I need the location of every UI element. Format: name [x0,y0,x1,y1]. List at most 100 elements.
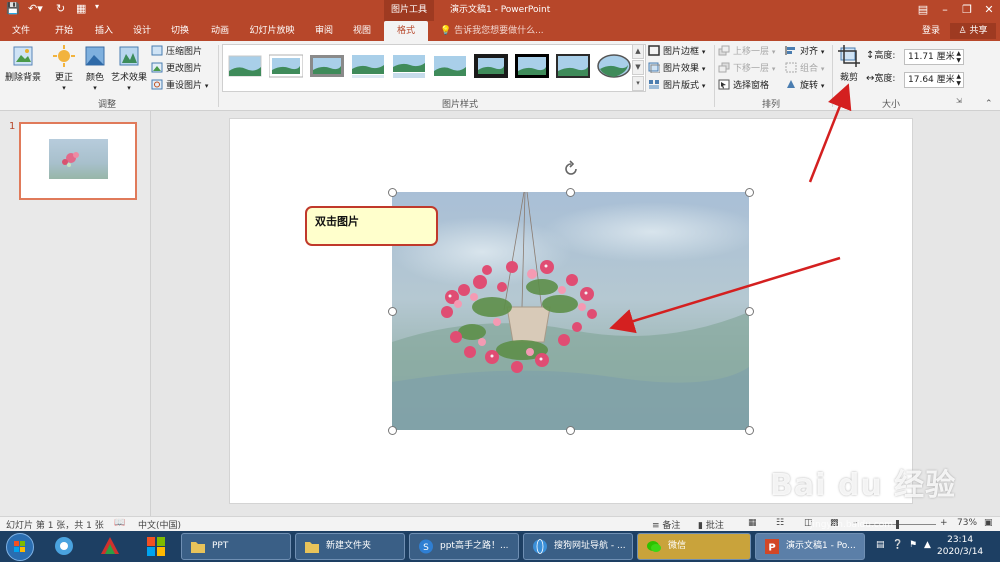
tab-slideshow[interactable]: 幻灯片放映 [244,21,300,41]
taskbar-folder-ppt[interactable]: PPT [181,533,291,560]
minimize-icon[interactable]: – [934,0,956,21]
close-icon[interactable]: ✕ [978,0,1000,21]
share-button[interactable]: ♙ 共享 [950,23,996,39]
zoom-slider-thumb[interactable] [896,520,899,529]
picture-style-thumbnail[interactable] [433,53,467,79]
corrections-icon [53,45,75,67]
resize-handle-top[interactable] [566,188,575,197]
height-input[interactable]: 11.71 厘米 ▲ ▼ [904,49,964,65]
clock-date: 2020/3/14 [937,547,984,557]
spelling-check-icon[interactable]: 📖 [114,518,125,528]
gallery-scroll-up[interactable]: ▲ [632,44,644,59]
picture-style-thumbnail[interactable] [474,53,508,79]
start-button[interactable] [6,533,34,561]
tab-review[interactable]: 审阅 [306,21,342,41]
tab-home[interactable]: 开始 [46,21,82,41]
tell-me-search[interactable]: 💡 告诉我您想要做什么... [440,21,544,41]
tab-design[interactable]: 设计 [124,21,160,41]
picture-effects-button[interactable]: 图片效果 ▾ [648,61,705,77]
rotate-handle-icon[interactable] [562,160,580,178]
tray-volume-icon[interactable]: ▲ [924,540,931,550]
picture-layout-button[interactable]: 图片版式 ▾ [648,78,705,94]
tab-view[interactable]: 视图 [344,21,380,41]
tab-file[interactable]: 文件 [2,21,40,41]
zoom-level[interactable]: 73% [957,518,977,528]
selection-pane-button[interactable]: 选择窗格 [718,78,769,94]
resize-handle-bottom-right[interactable] [745,426,754,435]
tab-insert[interactable]: 插入 [86,21,122,41]
tray-clock[interactable]: 23:14 2020/3/14 [937,534,983,558]
rotate-button[interactable]: 旋转 ▾ [785,78,824,94]
notes-button[interactable]: ≡ 备注 [652,518,680,531]
gallery-more-button[interactable]: ▾ [632,76,644,91]
tab-format[interactable]: 格式 [384,21,428,41]
size-dialog-launcher-icon[interactable]: ⇲ [956,97,962,105]
save-icon[interactable]: 💾 [6,2,20,15]
pinned-app-icon[interactable] [92,534,128,559]
width-input[interactable]: 17.64 厘米 ▲ ▼ [904,72,964,88]
sign-in-link[interactable]: 登录 [922,21,940,41]
picture-style-thumbnail[interactable] [351,53,385,79]
normal-view-icon[interactable]: ▦ [748,518,757,528]
slides-pane: 1 [0,111,151,516]
tab-transitions[interactable]: 切换 [162,21,198,41]
tray-network-icon[interactable]: ▤ [876,540,885,550]
resize-handle-top-right[interactable] [745,188,754,197]
taskbar-folder-new[interactable]: 新建文件夹 [295,533,405,560]
picture-style-thumbnail[interactable] [228,53,262,79]
flower-basket-picture[interactable] [392,192,749,430]
picture-style-thumbnail[interactable] [556,53,590,79]
tray-flag-icon[interactable]: ⚑ [909,540,917,550]
tray-help-icon[interactable]: ❔ [892,540,903,550]
remove-background-button[interactable]: 删除背景 [4,45,42,83]
comments-button[interactable]: ▮ 批注 [698,518,724,531]
change-picture-button[interactable]: 更改图片 [151,61,202,77]
resize-handle-bottom[interactable] [566,426,575,435]
tell-me-text: 告诉我您想要做什么... [454,26,544,36]
resize-handle-left[interactable] [388,307,397,316]
taskbar-browser-ppt-guide[interactable]: Sppt高手之路！... [409,533,519,560]
taskbar-powerpoint[interactable]: P 演示文稿1 - Po... [755,533,865,560]
crop-button[interactable]: 裁剪 [836,45,862,83]
picture-style-thumbnail[interactable] [392,53,426,79]
taskbar-label: 搜狗网址导航 - ... [554,541,626,551]
resize-handle-right[interactable] [745,307,754,316]
color-button[interactable]: 颜色 ▾ [83,45,107,93]
tab-animations[interactable]: 动画 [202,21,238,41]
zoom-in-button[interactable]: + [940,518,948,528]
slide-sorter-icon[interactable]: ☷ [776,518,784,528]
reset-picture-label: 重设图片 [166,81,203,91]
ribbon-display-options-icon[interactable]: ▤ [912,0,934,21]
reset-picture-button[interactable]: 重设图片 ▾ [151,78,208,94]
customize-toolbar-icon[interactable]: ▾ [95,2,99,11]
redo-icon[interactable]: ↻ [56,2,65,15]
restore-icon[interactable]: ❐ [956,0,978,21]
corrections-button[interactable]: 更正 ▾ [52,45,76,93]
compress-pictures-button[interactable]: 压缩图片 [151,44,202,60]
pinned-app-icon[interactable] [46,534,82,559]
picture-style-thumbnail[interactable] [310,53,344,79]
notes-label: 备注 [662,521,681,531]
artistic-effects-button[interactable]: 艺术效果 ▾ [110,45,148,93]
undo-icon[interactable]: ↶▾ [28,2,43,15]
bring-forward-button[interactable]: 上移一层 ▾ [718,44,775,60]
picture-style-thumbnail[interactable] [597,53,631,79]
align-button[interactable]: 对齐 ▾ [785,44,824,60]
gallery-scroll-down[interactable]: ▼ [632,60,644,75]
pinned-app-icon[interactable] [138,534,174,559]
taskbar-wechat[interactable]: 微信 [637,533,751,560]
group-button[interactable]: 组合 ▾ [785,61,824,77]
language-status[interactable]: 中文(中国) [138,518,181,531]
collapse-ribbon-icon[interactable]: ⌃ [985,99,993,109]
start-from-beginning-icon[interactable]: ▦ [76,2,86,15]
fit-to-window-icon[interactable]: ▣ [984,518,993,528]
picture-style-thumbnail[interactable] [515,53,549,79]
picture-style-thumbnail[interactable] [269,53,303,79]
resize-handle-top-left[interactable] [388,188,397,197]
resize-handle-bottom-left[interactable] [388,426,397,435]
slide-thumbnail[interactable] [19,122,137,200]
picture-border-button[interactable]: 图片边框 ▾ [648,44,705,60]
taskbar-label: 微信 [668,541,687,551]
send-backward-button[interactable]: 下移一层 ▾ [718,61,775,77]
taskbar-browser-sogou-nav[interactable]: 搜狗网址导航 - ... [523,533,633,560]
